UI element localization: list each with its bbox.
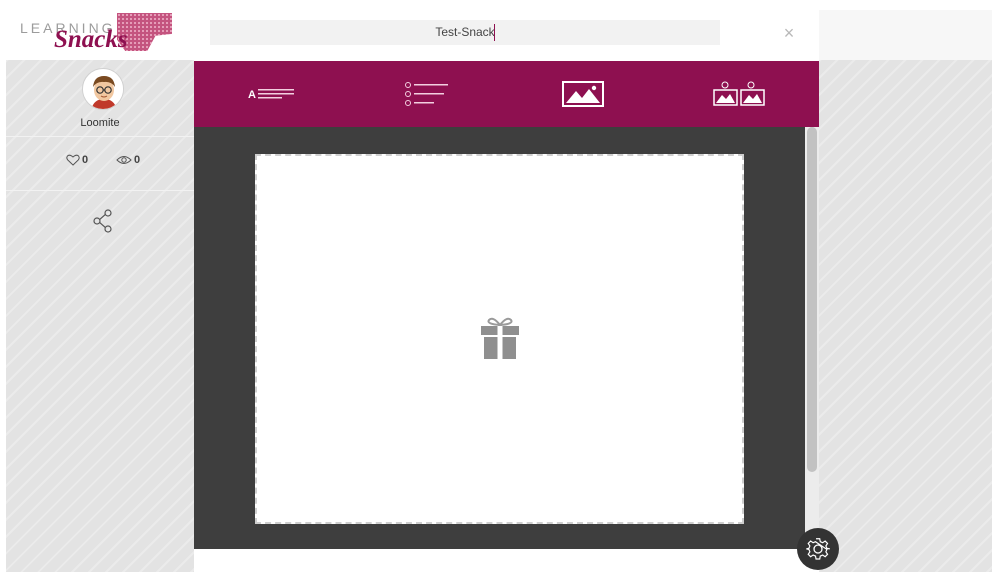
divider bbox=[6, 136, 194, 137]
sidebar: LEARNING Snacks Loomite 0 0 bbox=[6, 10, 194, 572]
image-choice-tool[interactable] bbox=[712, 79, 768, 109]
share-icon[interactable] bbox=[92, 208, 114, 239]
multi-image-icon bbox=[713, 81, 765, 106]
eye-icon bbox=[116, 156, 132, 164]
gear-icon bbox=[806, 538, 830, 560]
author-name[interactable]: Loomite bbox=[6, 117, 194, 129]
gift-icon bbox=[480, 316, 520, 365]
scrollbar[interactable] bbox=[805, 127, 819, 549]
image-icon bbox=[562, 81, 604, 107]
right-body bbox=[819, 60, 992, 572]
snack-title-input[interactable]: Test-Snack bbox=[210, 20, 720, 45]
right-panel bbox=[819, 10, 992, 572]
multiple-choice-tool[interactable] bbox=[402, 79, 452, 109]
divider bbox=[6, 190, 194, 191]
settings-button[interactable] bbox=[797, 528, 839, 570]
sidebar-body: Loomite 0 0 bbox=[6, 60, 194, 572]
text-answer-tool[interactable]: A bbox=[246, 79, 298, 109]
logo-snacks-text: Snacks bbox=[54, 26, 128, 53]
title-bar: Test-Snack × bbox=[194, 10, 819, 62]
text-caret bbox=[494, 24, 495, 41]
logo[interactable]: LEARNING Snacks bbox=[6, 10, 194, 60]
editor-footer bbox=[194, 549, 819, 572]
likes-count: 0 bbox=[82, 154, 89, 166]
slide-canvas-area bbox=[194, 127, 805, 549]
snack-editor: Test-Snack × A bbox=[194, 10, 819, 572]
text-lines-icon: A bbox=[248, 89, 294, 101]
likes-stat[interactable]: 0 bbox=[66, 154, 88, 166]
views-stat: 0 bbox=[116, 154, 140, 166]
close-button[interactable]: × bbox=[778, 22, 800, 44]
heart-icon bbox=[66, 154, 80, 166]
views-count: 0 bbox=[134, 154, 141, 166]
image-tool[interactable] bbox=[560, 79, 606, 109]
stats-row: 0 0 bbox=[6, 154, 194, 176]
svg-text:A: A bbox=[248, 89, 256, 101]
avatar[interactable] bbox=[82, 68, 124, 110]
list-options-icon bbox=[405, 82, 448, 106]
avatar-image bbox=[83, 69, 123, 109]
slide-dropzone[interactable] bbox=[255, 154, 744, 524]
right-header bbox=[819, 10, 992, 60]
question-type-toolbar: A bbox=[194, 61, 819, 127]
scrollbar-thumb[interactable] bbox=[807, 127, 817, 472]
